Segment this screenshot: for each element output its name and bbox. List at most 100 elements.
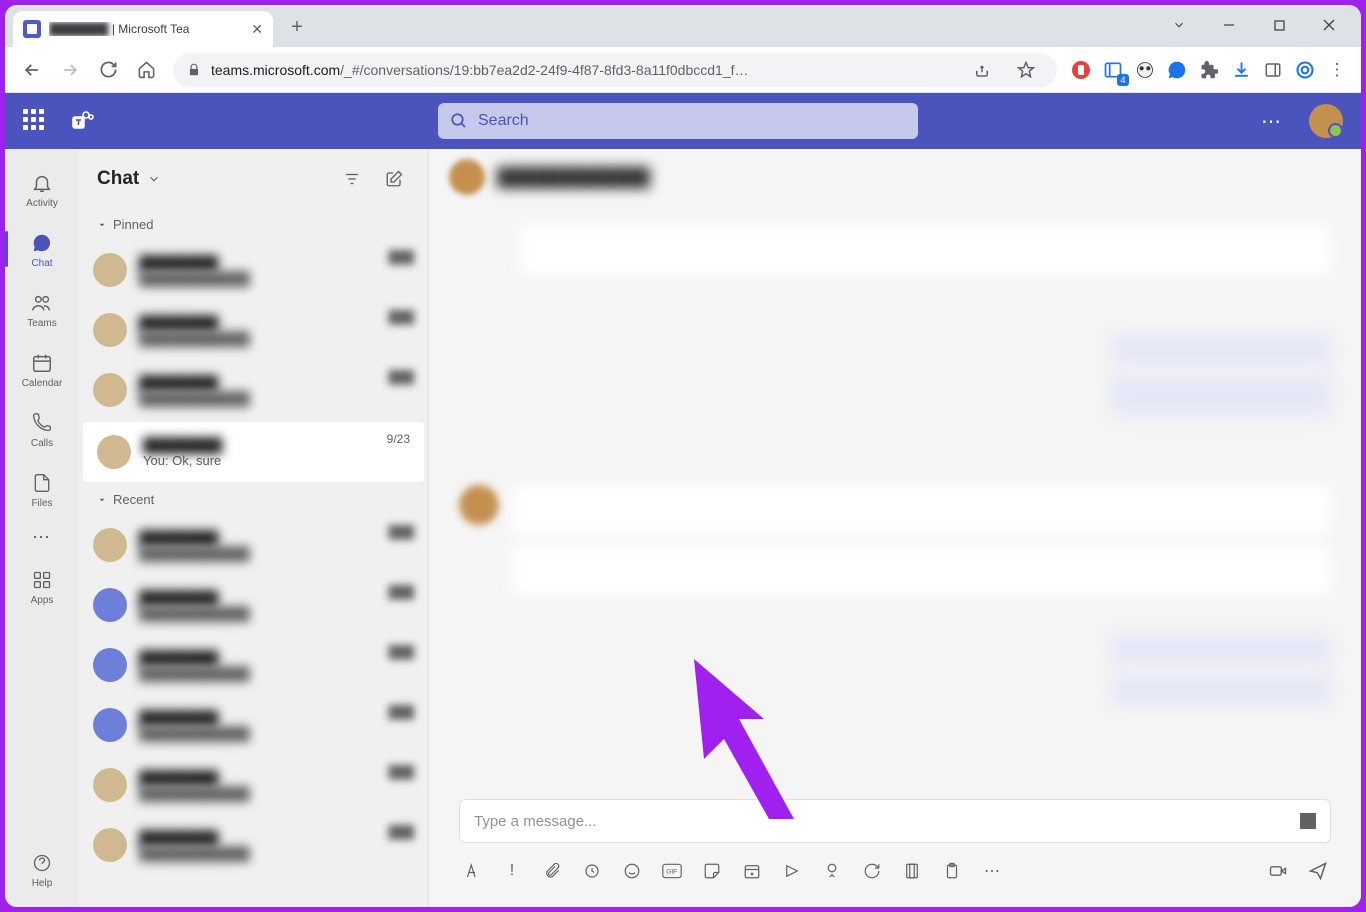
extensions-icon[interactable]	[1195, 56, 1223, 84]
sticker-icon[interactable]	[699, 858, 725, 884]
section-label: Pinned	[113, 217, 153, 232]
star-icon[interactable]	[1009, 53, 1043, 87]
important-icon[interactable]: !	[499, 858, 525, 884]
message-list	[429, 205, 1361, 799]
search-field[interactable]	[478, 112, 906, 130]
teams-favicon-icon	[23, 20, 41, 38]
clipboard-icon[interactable]	[939, 858, 965, 884]
home-button[interactable]	[129, 53, 163, 87]
new-tab-button[interactable]: +	[281, 11, 313, 43]
rail-calendar[interactable]: Calendar	[5, 341, 79, 397]
conversation-header: ████████████	[429, 149, 1361, 205]
stream-icon[interactable]	[779, 858, 805, 884]
ext-adblock-icon[interactable]	[1067, 56, 1095, 84]
rail-label: Chat	[31, 258, 52, 269]
rail-chat[interactable]: Chat	[5, 221, 79, 277]
avatar	[449, 159, 485, 195]
phone-icon	[32, 410, 52, 436]
rail-activity[interactable]: Activity	[5, 161, 79, 217]
compose-toolbar: ! GIF ⋯	[459, 851, 1331, 891]
attach-icon[interactable]	[539, 858, 565, 884]
search-icon	[450, 112, 468, 130]
close-button[interactable]	[1307, 8, 1351, 42]
app-launcher-icon[interactable]	[23, 109, 47, 133]
section-label: Recent	[113, 492, 154, 507]
user-avatar[interactable]	[1309, 104, 1343, 138]
ext-reader-icon[interactable]	[1099, 56, 1127, 84]
chat-item-selected[interactable]: ████████ You: Ok, sure 9/23	[83, 422, 424, 482]
approvals-icon[interactable]	[819, 858, 845, 884]
chat-item[interactable]: ███████████████████████	[79, 635, 428, 695]
maximize-button[interactable]	[1257, 8, 1301, 42]
send-button[interactable]	[1305, 858, 1331, 884]
tab-title: ███████ | Microsoft Tea	[49, 22, 243, 36]
chat-item[interactable]: ███████████████████████	[79, 515, 428, 575]
emoji-icon[interactable]	[619, 858, 645, 884]
tab-close-icon[interactable]: ✕	[251, 21, 263, 38]
rail-more-icon[interactable]: ⋯	[32, 527, 52, 548]
sidepanel-icon[interactable]	[1259, 56, 1287, 84]
people-icon	[31, 290, 53, 316]
downloads-icon[interactable]	[1227, 56, 1255, 84]
back-button[interactable]	[15, 53, 49, 87]
teams-top-bar: ⋯	[5, 93, 1361, 149]
format-icon[interactable]	[459, 858, 485, 884]
chat-item[interactable]: ███████████████████████	[79, 360, 428, 420]
pinned-section[interactable]: Pinned	[79, 209, 428, 240]
address-bar[interactable]: teams.microsoft.com/_#/conversations/19:…	[173, 53, 1057, 87]
search-input[interactable]	[438, 103, 918, 139]
browser-tab[interactable]: ███████ | Microsoft Tea ✕	[13, 11, 273, 47]
chat-item[interactable]: ███████████████████████	[79, 240, 428, 300]
share-icon[interactable]	[965, 53, 999, 87]
chat-list-panel: Chat Pinned ███████████████████████ ████…	[79, 149, 429, 907]
bell-icon	[31, 170, 53, 196]
ext-chat-icon[interactable]	[1163, 56, 1191, 84]
reload-button[interactable]	[91, 53, 125, 87]
chat-icon	[31, 230, 53, 256]
chat-item[interactable]: ███████████████████████	[79, 300, 428, 360]
chat-item[interactable]: ███████████████████████	[79, 755, 428, 815]
chat-item[interactable]: ███████████████████████	[79, 695, 428, 755]
rail-files[interactable]: Files	[5, 461, 79, 517]
browser-menu-icon[interactable]: ⋮	[1323, 56, 1351, 84]
help-icon	[32, 850, 52, 876]
filter-icon[interactable]	[336, 163, 368, 195]
compose-more-icon[interactable]: ⋯	[979, 858, 1005, 884]
compose-box[interactable]	[459, 799, 1331, 843]
url-text: teams.microsoft.com/_#/conversations/19:…	[211, 62, 955, 78]
rail-apps[interactable]: Apps	[5, 558, 79, 614]
gif-icon[interactable]: GIF	[659, 858, 685, 884]
updates-icon[interactable]	[859, 858, 885, 884]
rail-label: Activity	[26, 198, 58, 209]
minimize-button[interactable]	[1207, 8, 1251, 42]
recent-section[interactable]: Recent	[79, 484, 428, 515]
rail-label: Calendar	[22, 378, 63, 389]
new-chat-icon[interactable]	[378, 163, 410, 195]
rail-calls[interactable]: Calls	[5, 401, 79, 457]
chat-item[interactable]: ███████████████████████	[79, 815, 428, 875]
ext-panda-icon[interactable]	[1131, 56, 1159, 84]
ext-circle-icon[interactable]	[1291, 56, 1319, 84]
video-clip-icon[interactable]	[1265, 858, 1291, 884]
rail-teams[interactable]: Teams	[5, 281, 79, 337]
header-more-icon[interactable]: ⋯	[1261, 109, 1283, 134]
forward-button[interactable]	[53, 53, 87, 87]
lock-icon	[187, 63, 201, 77]
chat-main: ████████████	[429, 149, 1361, 907]
schedule-icon[interactable]	[739, 858, 765, 884]
chevron-down-icon[interactable]	[147, 172, 161, 186]
rail-label: Apps	[31, 595, 54, 606]
teams-logo-icon[interactable]	[71, 109, 95, 133]
chat-item[interactable]: ███████████████████████	[79, 575, 428, 635]
loop-icon[interactable]	[579, 858, 605, 884]
compose-input[interactable]	[474, 813, 1300, 830]
compose-expand-icon[interactable]	[1300, 813, 1316, 829]
rail-help[interactable]: Help	[5, 841, 79, 897]
calendar-icon	[31, 350, 53, 376]
avatar	[97, 435, 131, 469]
chevron-down-icon[interactable]	[1157, 8, 1201, 42]
viva-icon[interactable]	[899, 858, 925, 884]
caret-down-icon	[97, 495, 107, 505]
file-icon	[32, 470, 52, 496]
rail-label: Help	[32, 878, 53, 889]
